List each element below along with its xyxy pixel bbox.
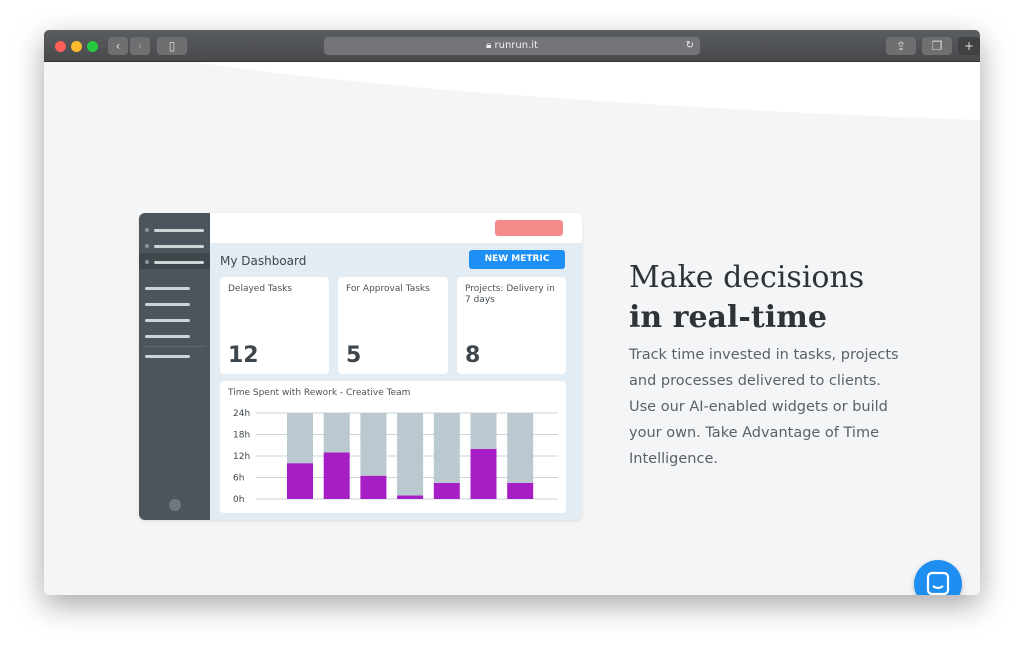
bar-segment bbox=[507, 482, 534, 499]
hero-title-line2: in real-time bbox=[629, 300, 827, 335]
browser-window: ‹ › ▯ 🔒︎ runrun.it ↻ ⇪ ❐ + My Dashboard N… bbox=[44, 30, 980, 595]
dashboard-title: My Dashboard bbox=[220, 254, 307, 268]
hero-title-line1: Make decisions bbox=[629, 260, 865, 295]
card-label: Projects: Delivery in 7 days bbox=[465, 284, 555, 305]
y-tick-label: 12h bbox=[233, 452, 250, 462]
metric-card: Projects: Delivery in 7 days 8 bbox=[457, 277, 566, 374]
tabs-icon[interactable]: ❐ bbox=[922, 37, 952, 55]
new-metric-button: NEW METRIC bbox=[469, 250, 565, 269]
bar-chart: 24h 18h 12h 6h 0h bbox=[233, 409, 558, 505]
metric-card: For Approval Tasks 5 bbox=[338, 277, 448, 374]
card-label: Delayed Tasks bbox=[228, 284, 293, 294]
bar-segment bbox=[397, 495, 424, 499]
dashboard-illustration: My Dashboard NEW METRIC Delayed Tasks 12 … bbox=[139, 213, 582, 520]
placeholder-button bbox=[495, 220, 563, 236]
reload-icon[interactable]: ↻ bbox=[686, 37, 694, 55]
bar-segment bbox=[287, 413, 313, 464]
card-value: 8 bbox=[465, 343, 481, 368]
bar-segment bbox=[323, 413, 350, 453]
card-value: 12 bbox=[228, 343, 259, 368]
chart-card: Time Spent with Rework - Creative Team 2… bbox=[220, 381, 566, 513]
y-tick-label: 18h bbox=[233, 431, 250, 441]
bar-segment bbox=[360, 475, 387, 499]
back-button[interactable]: ‹ bbox=[108, 37, 128, 55]
sidebar bbox=[139, 213, 210, 520]
new-tab-icon[interactable]: + bbox=[958, 37, 980, 55]
bar-segment bbox=[507, 413, 534, 483]
card-label: For Approval Tasks bbox=[346, 284, 430, 294]
hero-body: Track time invested in tasks, projects a… bbox=[629, 347, 899, 467]
metric-card: Delayed Tasks 12 bbox=[220, 277, 329, 374]
zoom-window-button[interactable] bbox=[87, 41, 98, 52]
bar-segment bbox=[433, 482, 460, 499]
lock-icon: 🔒︎ bbox=[486, 40, 495, 51]
background-curve bbox=[44, 62, 980, 120]
chat-button[interactable] bbox=[914, 560, 962, 595]
bar-segment bbox=[397, 413, 424, 496]
y-tick-label: 6h bbox=[233, 474, 244, 484]
chat-icon bbox=[926, 571, 950, 595]
browser-toolbar: ‹ › ▯ 🔒︎ runrun.it ↻ ⇪ ❐ + bbox=[44, 30, 980, 62]
top-bar bbox=[210, 213, 582, 243]
minimize-window-button[interactable] bbox=[71, 41, 82, 52]
bar-segment bbox=[323, 452, 350, 499]
card-value: 5 bbox=[346, 343, 362, 368]
forward-button[interactable]: › bbox=[130, 37, 150, 55]
hero-title: Make decisions in real-time bbox=[629, 258, 864, 338]
y-tick-label: 0h bbox=[233, 495, 244, 505]
bar-segment bbox=[470, 413, 497, 449]
sidebar-toggle-icon[interactable]: ▯ bbox=[157, 37, 187, 55]
address-bar[interactable]: 🔒︎ runrun.it ↻ bbox=[324, 37, 700, 55]
bar-segment bbox=[433, 413, 460, 483]
close-window-button[interactable] bbox=[55, 41, 66, 52]
y-tick-label: 24h bbox=[233, 409, 250, 419]
share-icon[interactable]: ⇪ bbox=[886, 37, 916, 55]
bar-segment bbox=[470, 448, 497, 499]
page-content: My Dashboard NEW METRIC Delayed Tasks 12 … bbox=[44, 62, 980, 595]
bar-segment bbox=[360, 413, 387, 476]
bar-segment bbox=[287, 463, 313, 499]
url-text: runrun.it bbox=[494, 40, 538, 51]
avatar bbox=[169, 499, 181, 511]
